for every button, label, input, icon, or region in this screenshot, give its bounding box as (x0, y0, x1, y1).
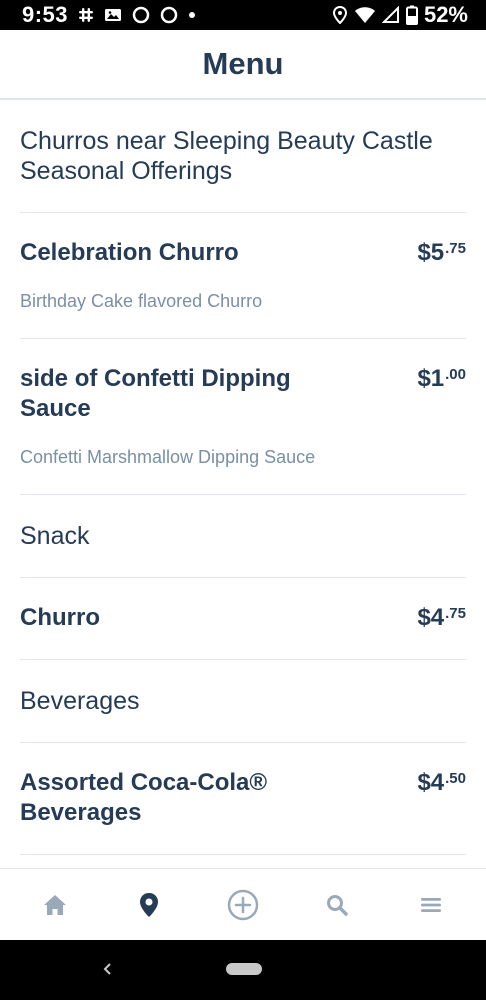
category-title: Snack (20, 522, 90, 550)
price-cents: .00 (445, 366, 466, 383)
home-icon (44, 894, 66, 915)
page-title: Menu (202, 46, 284, 81)
battery-percent: 52% (423, 2, 468, 27)
menu-item-price: $1 .00 (417, 364, 466, 394)
tab-map[interactable] (119, 875, 179, 935)
tab-add[interactable] (213, 875, 273, 935)
menu-item[interactable]: Churro $4 .75 (20, 578, 466, 660)
menu-item[interactable]: side of Confetti Dipping Sauce $1 .00 Co… (20, 339, 466, 495)
menu-item-row: Celebration Churro $5 .75 (20, 238, 466, 268)
tab-menu[interactable] (401, 875, 461, 935)
tab-search[interactable] (307, 875, 367, 935)
menu-item-description: Birthday Cake flavored Churro (20, 291, 263, 311)
menu-item-row: side of Confetti Dipping Sauce $1 .00 (20, 364, 466, 424)
slack-icon (78, 7, 94, 23)
menu-item-name: Assorted Coca-Cola® Beverages (20, 769, 268, 826)
signal-icon (381, 6, 400, 24)
category-header: Snack (20, 495, 466, 578)
circle-icon (160, 6, 178, 24)
app-header: Menu (0, 30, 486, 100)
home-gesture-pill[interactable] (226, 963, 262, 975)
menu-icon (421, 897, 441, 912)
price-cents: .50 (445, 770, 466, 787)
back-button[interactable] (96, 957, 120, 981)
price-dollars: $1 (417, 365, 445, 392)
menu-item-name: Churro (20, 604, 100, 631)
menu-item-price: $4 .75 (417, 603, 466, 633)
status-bar: 9:53 52% (0, 0, 486, 30)
menu-item-price: $4 .50 (417, 768, 466, 798)
location-pin-icon (140, 892, 158, 917)
menu-item-name: Celebration Churro (20, 239, 239, 266)
location-icon (332, 6, 348, 24)
circle-icon (132, 6, 150, 24)
status-right: 52% (332, 2, 468, 28)
status-left: 9:53 (22, 2, 196, 28)
price-dollars: $4 (417, 604, 445, 631)
menu-list[interactable]: Churros near Sleeping Beauty Castle Seas… (0, 102, 486, 868)
section-title: Churros near Sleeping Beauty Castle Seas… (20, 127, 433, 185)
menu-item-row: Assorted Coca-Cola® Beverages $4 .50 (20, 768, 466, 828)
add-circle-icon (227, 889, 259, 920)
menu-item-name: side of Confetti Dipping Sauce (20, 365, 291, 422)
price-cents: .75 (445, 605, 466, 622)
price-dollars: $5 (417, 239, 445, 266)
price-dollars: $4 (417, 769, 445, 796)
category-header: Beverages (20, 660, 466, 743)
tab-home[interactable] (25, 875, 85, 935)
category-title: Beverages (20, 687, 140, 715)
photo-icon (104, 7, 122, 23)
dot-icon (188, 11, 196, 19)
wifi-icon (354, 6, 376, 24)
chevron-left-icon (103, 963, 111, 975)
battery-icon (405, 5, 418, 25)
menu-item-price: $5 .75 (417, 238, 466, 268)
search-icon (327, 894, 348, 916)
section-header: Churros near Sleeping Beauty Castle Seas… (20, 102, 466, 213)
price-cents: .75 (445, 240, 466, 257)
menu-item[interactable]: Celebration Churro $5 .75 Birthday Cake … (20, 213, 466, 339)
status-time: 9:53 (22, 2, 69, 27)
menu-item-description: Confetti Marshmallow Dipping Sauce (20, 447, 316, 467)
tab-bar (0, 868, 486, 940)
menu-item[interactable]: Assorted Coca-Cola® Beverages $4 .50 (20, 743, 466, 855)
menu-item-row: Churro $4 .75 (20, 603, 466, 633)
